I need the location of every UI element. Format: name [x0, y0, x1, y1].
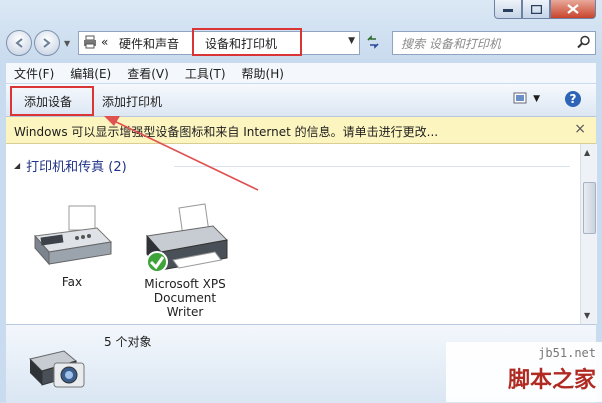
- watermark: jb51.net 脚本之家: [446, 342, 602, 402]
- explorer-window: ▼ « 硬件和声音 设备和打印机 ▼ 搜索 设备和打印机 文件(F) 编辑(E)…: [0, 0, 602, 403]
- watermark-name: 脚本之家: [507, 367, 596, 393]
- watermark-site: jb51.net: [538, 346, 596, 360]
